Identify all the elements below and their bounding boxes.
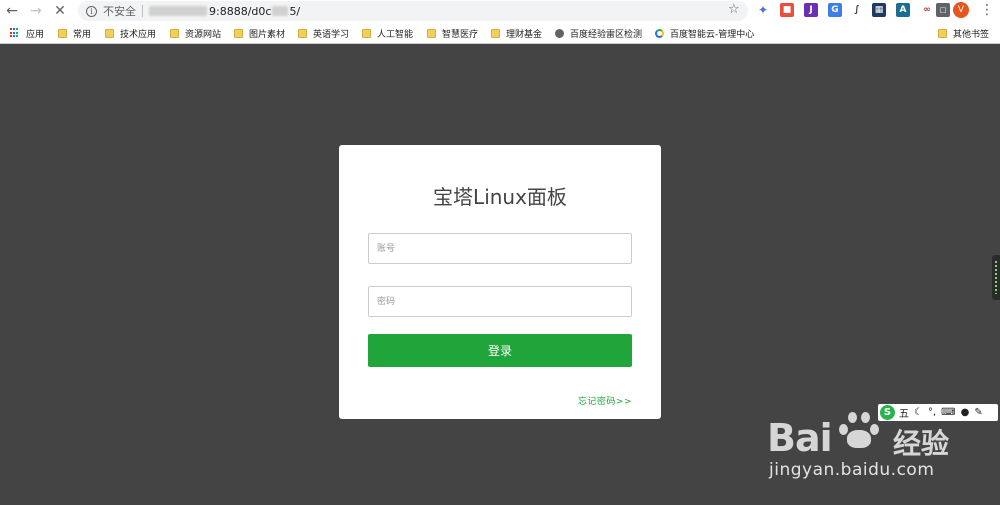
folder-icon <box>938 28 947 38</box>
browser-menu-icon[interactable]: ⋮ <box>980 1 994 19</box>
extension-pdf-icon[interactable]: ∞ <box>920 3 934 17</box>
bookmark-label: 图片素材 <box>249 29 286 40</box>
bookmark-label: 百度经验雷区检测 <box>570 29 643 40</box>
login-title: 宝塔Linux面板 <box>433 185 567 209</box>
extension-colorful-icon[interactable]: ■ <box>780 3 794 17</box>
folder-icon <box>491 28 500 38</box>
bookmark-other[interactable]: 其他书签 <box>938 26 989 40</box>
login-button[interactable]: 登录 <box>368 334 632 367</box>
folder-icon <box>427 28 436 38</box>
stop-loading-icon[interactable]: ✕ <box>48 0 72 22</box>
extension-script-icon[interactable]: ∫ <box>850 3 864 17</box>
bookmark-apps[interactable]: 应用 <box>10 26 44 40</box>
back-arrow-icon[interactable]: ← <box>0 0 24 22</box>
folder-icon <box>105 28 114 38</box>
baidu-jingyan-watermark: Bai 经验 jingyan.baidu.com <box>765 410 995 505</box>
bookmark-star-icon[interactable]: ☆ <box>728 2 740 17</box>
side-panel-handle[interactable] <box>992 255 1000 300</box>
watermark-brand: Bai <box>767 416 833 460</box>
profile-avatar[interactable]: V <box>953 2 969 18</box>
forward-arrow-icon[interactable]: → <box>24 0 48 22</box>
bookmark-folder[interactable]: 技术应用 <box>105 26 156 40</box>
bookmark-folder[interactable]: 常用 <box>58 26 91 40</box>
bookmark-label: 技术应用 <box>120 29 157 40</box>
extension-purple-icon[interactable]: J <box>804 3 818 17</box>
extension-translate-icon[interactable]: G <box>828 3 842 17</box>
info-icon[interactable]: i <box>86 5 97 17</box>
bookmark-link[interactable]: 百度经验雷区检测 <box>555 26 642 40</box>
folder-icon <box>298 28 307 38</box>
extension-a-icon[interactable]: A <box>896 3 910 17</box>
redacted-host <box>149 6 207 16</box>
bookmark-label: 百度智能云-管理中心 <box>670 29 755 40</box>
folder-icon <box>234 28 243 38</box>
bookmark-folder[interactable]: 理财基金 <box>491 26 542 40</box>
bookmark-label: 英语学习 <box>313 29 350 40</box>
bookmark-folder[interactable]: 人工智能 <box>362 26 413 40</box>
bookmark-label: 常用 <box>73 29 92 40</box>
bookmark-label: 资源网站 <box>185 29 222 40</box>
folder-icon <box>58 28 67 38</box>
bookmark-folder[interactable]: 英语学习 <box>298 26 349 40</box>
url-text: 9:8888/d0c <box>209 4 272 18</box>
insecure-label: 不安全 <box>103 5 136 18</box>
redacted-path <box>272 6 289 16</box>
baidu-paw-icon <box>837 410 881 450</box>
username-input[interactable] <box>368 233 632 264</box>
address-bar[interactable]: i 不安全 9:8888/d0c 5/ <box>78 1 748 21</box>
bookmark-label: 人工智能 <box>377 29 414 40</box>
apps-grid-icon <box>10 28 20 38</box>
watermark-brand-cn: 经验 <box>893 427 950 460</box>
bookmark-link[interactable]: 百度智能云-管理中心 <box>655 26 754 40</box>
bookmark-label: 应用 <box>26 29 45 40</box>
folder-icon <box>170 28 179 38</box>
globe-icon <box>555 28 564 38</box>
url-tail: 5/ <box>289 4 301 18</box>
extension-bird-icon[interactable]: ✦ <box>756 3 770 17</box>
separator <box>142 5 143 17</box>
bookmark-label: 其他书签 <box>953 29 990 40</box>
extension-grid-icon[interactable]: ▦ <box>872 3 886 17</box>
bookmarks-bar: 应用 常用 技术应用 资源网站 图片素材 英语学习 人工智能 智慧医疗 理财基金… <box>0 22 1000 44</box>
login-card: 宝塔Linux面板 登录 忘记密码>> <box>339 145 661 419</box>
watermark-site: jingyan.baidu.com <box>769 460 935 480</box>
bookmark-folder[interactable]: 资源网站 <box>170 26 221 40</box>
bookmark-label: 智慧医疗 <box>442 29 479 40</box>
bookmark-label: 理财基金 <box>506 29 543 40</box>
bookmark-folder[interactable]: 图片素材 <box>234 26 285 40</box>
bookmark-folder[interactable]: 智慧医疗 <box>427 26 478 40</box>
forgot-password-link[interactable]: 忘记密码>> <box>578 394 632 407</box>
extension-box-icon[interactable]: □ <box>936 3 950 17</box>
folder-icon <box>362 28 371 38</box>
password-input[interactable] <box>368 286 632 317</box>
baidu-cloud-icon <box>655 28 664 38</box>
